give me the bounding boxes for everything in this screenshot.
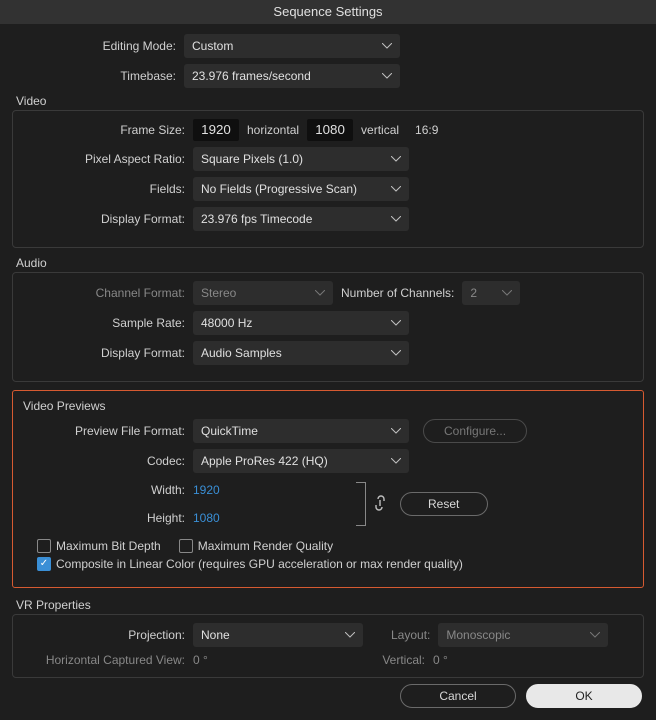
audio-display-format-select[interactable]: Audio Samples <box>193 341 409 365</box>
par-value: Square Pixels (1.0) <box>201 152 303 166</box>
chevron-down-icon <box>391 350 401 356</box>
vr-vertical-label: Vertical: <box>363 653 433 667</box>
composite-linear-checkbox[interactable] <box>37 557 51 571</box>
sample-rate-value: 48000 Hz <box>201 316 252 330</box>
video-previews-group: Video Previews Preview File Format: Quic… <box>12 390 644 588</box>
preview-file-format-value: QuickTime <box>201 424 258 438</box>
chevron-down-icon <box>382 43 392 49</box>
preview-width-input[interactable]: 1920 <box>193 479 220 501</box>
projection-value: None <box>201 628 230 642</box>
chevron-down-icon <box>391 216 401 222</box>
preview-width-label: Width: <box>21 479 193 501</box>
video-section-label: Video <box>14 94 644 108</box>
fields-label: Fields: <box>21 182 193 196</box>
window-title: Sequence Settings <box>0 0 656 24</box>
audio-section-label: Audio <box>14 256 644 270</box>
codec-select[interactable]: Apple ProRes 422 (HQ) <box>193 449 409 473</box>
composite-linear-label[interactable]: Composite in Linear Color (requires GPU … <box>56 557 463 571</box>
channel-format-select: Stereo <box>193 281 333 305</box>
chevron-down-icon <box>391 186 401 192</box>
link-bracket-icon <box>356 482 366 526</box>
editing-mode-label: Editing Mode: <box>12 39 184 53</box>
frame-height-input[interactable] <box>307 119 353 141</box>
vertical-label: vertical <box>361 123 399 137</box>
video-display-format-label: Display Format: <box>21 212 193 226</box>
cancel-button[interactable]: Cancel <box>400 684 516 708</box>
preview-height-input[interactable]: 1080 <box>193 507 220 529</box>
configure-button: Configure... <box>423 419 527 443</box>
editing-mode-value: Custom <box>192 39 233 53</box>
audio-group: Channel Format: Stereo Number of Channel… <box>12 272 644 382</box>
vr-section-label: VR Properties <box>14 598 644 612</box>
timebase-label: Timebase: <box>12 69 184 83</box>
video-display-format-value: 23.976 fps Timecode <box>201 212 312 226</box>
video-group: Frame Size: horizontal vertical 16:9 Pix… <box>12 110 644 248</box>
preview-height-label: Height: <box>21 507 193 529</box>
chevron-down-icon <box>391 428 401 434</box>
layout-select: Monoscopic <box>438 623 608 647</box>
video-display-format-select[interactable]: 23.976 fps Timecode <box>193 207 409 231</box>
timebase-select[interactable]: 23.976 frames/second <box>184 64 400 88</box>
chevron-down-icon <box>391 156 401 162</box>
video-previews-section-label: Video Previews <box>21 399 635 413</box>
preview-file-format-select[interactable]: QuickTime <box>193 419 409 443</box>
fields-select[interactable]: No Fields (Progressive Scan) <box>193 177 409 201</box>
link-icon[interactable] <box>374 495 386 514</box>
par-select[interactable]: Square Pixels (1.0) <box>193 147 409 171</box>
aspect-ratio-label: 16:9 <box>415 123 438 137</box>
codec-label: Codec: <box>21 454 193 468</box>
chevron-down-icon <box>382 73 392 79</box>
max-render-quality-label[interactable]: Maximum Render Quality <box>198 539 333 553</box>
num-channels-value: 2 <box>470 286 477 300</box>
projection-label: Projection: <box>21 628 193 642</box>
ok-button[interactable]: OK <box>526 684 642 708</box>
audio-display-format-label: Display Format: <box>21 346 193 360</box>
reset-button[interactable]: Reset <box>400 492 488 516</box>
num-channels-label: Number of Channels: <box>341 286 454 300</box>
chevron-down-icon <box>590 632 600 638</box>
codec-value: Apple ProRes 422 (HQ) <box>201 454 328 468</box>
sample-rate-select[interactable]: 48000 Hz <box>193 311 409 335</box>
num-channels-select: 2 <box>462 281 520 305</box>
frame-width-input[interactable] <box>193 119 239 141</box>
vr-group: Projection: None Layout: Monoscopic Hori… <box>12 614 644 678</box>
hcv-label: Horizontal Captured View: <box>21 653 193 667</box>
chevron-down-icon <box>391 320 401 326</box>
channel-format-value: Stereo <box>201 286 236 300</box>
timebase-value: 23.976 frames/second <box>192 69 311 83</box>
chevron-down-icon <box>502 290 512 296</box>
layout-value: Monoscopic <box>446 628 510 642</box>
max-render-quality-checkbox[interactable] <box>179 539 193 553</box>
max-bit-depth-label[interactable]: Maximum Bit Depth <box>56 539 161 553</box>
chevron-down-icon <box>391 458 401 464</box>
fields-value: No Fields (Progressive Scan) <box>201 182 357 196</box>
vr-vertical-value: 0 ° <box>433 653 448 667</box>
chevron-down-icon <box>345 632 355 638</box>
horizontal-label: horizontal <box>247 123 299 137</box>
hcv-value: 0 ° <box>193 653 363 667</box>
par-label: Pixel Aspect Ratio: <box>21 152 193 166</box>
audio-display-format-value: Audio Samples <box>201 346 282 360</box>
sample-rate-label: Sample Rate: <box>21 316 193 330</box>
frame-size-label: Frame Size: <box>21 123 193 137</box>
editing-mode-select[interactable]: Custom <box>184 34 400 58</box>
projection-select[interactable]: None <box>193 623 363 647</box>
preview-file-format-label: Preview File Format: <box>21 424 193 438</box>
layout-label: Layout: <box>391 628 430 642</box>
chevron-down-icon <box>315 290 325 296</box>
max-bit-depth-checkbox[interactable] <box>37 539 51 553</box>
channel-format-label: Channel Format: <box>21 286 193 300</box>
